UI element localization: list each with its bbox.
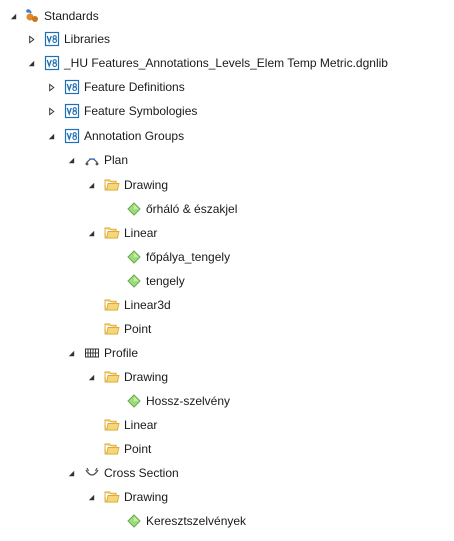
tree-node-label: Linear xyxy=(124,226,158,240)
folder-icon xyxy=(104,177,120,193)
tree-node-label: főpálya_tengely xyxy=(146,250,231,264)
tree-node-plan-linear[interactable]: Linear xyxy=(84,223,157,243)
expander-open-icon[interactable] xyxy=(84,487,98,507)
tree-node-plan-point[interactable]: Point xyxy=(104,319,151,339)
tree-node-label: Plan xyxy=(104,153,129,167)
tree-node-libraries[interactable]: Libraries xyxy=(24,29,110,49)
standards-tree: Standards Libraries _HU Features_Annotat… xyxy=(0,0,454,541)
tree-node-standards[interactable]: Standards xyxy=(6,6,99,26)
tree-node-profile-point[interactable]: Point xyxy=(104,439,151,459)
tree-node-label: Drawing xyxy=(124,370,169,384)
tree-node-profile[interactable]: Profile xyxy=(64,343,138,363)
expander-open-icon[interactable] xyxy=(24,53,38,73)
tree-node-label: Feature Definitions xyxy=(84,80,185,94)
profile-icon xyxy=(84,345,100,361)
v8-library-icon xyxy=(64,79,80,95)
tree-node-feature-definitions[interactable]: Feature Definitions xyxy=(44,77,185,97)
tree-node-label: Libraries xyxy=(64,32,111,46)
tree-node-label: Linear xyxy=(124,418,158,432)
tree-node-plan-drawing[interactable]: Drawing xyxy=(84,175,168,195)
tree-node-plan[interactable]: Plan xyxy=(64,150,128,170)
expander-open-icon[interactable] xyxy=(64,150,78,170)
plan-icon xyxy=(84,152,100,168)
annotation-diamond-icon xyxy=(126,513,142,529)
v8-library-icon xyxy=(64,103,80,119)
tree-node-dgnlib[interactable]: _HU Features_Annotations_Levels_Elem Tem… xyxy=(24,53,388,73)
expander-open-icon[interactable] xyxy=(6,6,20,26)
tree-leaf-annotation[interactable]: tengely xyxy=(126,271,185,291)
tree-node-label: Linear3d xyxy=(124,298,171,312)
expander-closed-icon[interactable] xyxy=(24,29,38,49)
tree-node-label: Point xyxy=(124,442,152,456)
tree-node-label: Standards xyxy=(44,9,99,23)
tree-node-label: _HU Features_Annotations_Levels_Elem Tem… xyxy=(64,56,388,70)
tree-node-label: Profile xyxy=(104,346,139,360)
v8-library-icon xyxy=(44,55,60,71)
folder-icon xyxy=(104,489,120,505)
folder-icon xyxy=(104,369,120,385)
folder-icon xyxy=(104,321,120,337)
tree-node-label: Keresztszelvények xyxy=(146,514,247,528)
expander-closed-icon[interactable] xyxy=(44,77,58,97)
expander-closed-icon[interactable] xyxy=(44,101,58,121)
standards-icon xyxy=(24,8,40,24)
tree-node-feature-symbologies[interactable]: Feature Symbologies xyxy=(44,101,197,121)
tree-node-label: Point xyxy=(124,322,152,336)
tree-leaf-annotation[interactable]: Hossz-szelvény xyxy=(126,391,230,411)
cross-section-icon xyxy=(84,465,100,481)
tree-node-cross-section[interactable]: Cross Section xyxy=(64,463,179,483)
annotation-diamond-icon xyxy=(126,393,142,409)
expander-open-icon[interactable] xyxy=(84,223,98,243)
tree-node-annotation-groups[interactable]: Annotation Groups xyxy=(44,126,184,146)
tree-node-label: Annotation Groups xyxy=(84,129,185,143)
tree-node-label: Feature Symbologies xyxy=(84,104,198,118)
tree-node-label: Drawing xyxy=(124,178,169,192)
folder-icon xyxy=(104,441,120,457)
tree-node-label: Cross Section xyxy=(104,466,179,480)
expander-open-icon[interactable] xyxy=(44,126,58,146)
v8-library-icon xyxy=(44,31,60,47)
folder-icon xyxy=(104,297,120,313)
annotation-diamond-icon xyxy=(126,201,142,217)
expander-open-icon[interactable] xyxy=(84,175,98,195)
folder-icon xyxy=(104,417,120,433)
expander-open-icon[interactable] xyxy=(84,367,98,387)
tree-node-profile-linear[interactable]: Linear xyxy=(104,415,157,435)
expander-open-icon[interactable] xyxy=(64,463,78,483)
tree-node-cross-section-drawing[interactable]: Drawing xyxy=(84,487,168,507)
tree-node-label: Hossz-szelvény xyxy=(146,394,231,408)
tree-node-profile-drawing[interactable]: Drawing xyxy=(84,367,168,387)
folder-icon xyxy=(104,225,120,241)
tree-node-label: őrháló & északjel xyxy=(146,202,238,216)
tree-leaf-annotation[interactable]: főpálya_tengely xyxy=(126,247,230,267)
annotation-diamond-icon xyxy=(126,273,142,289)
tree-leaf-annotation[interactable]: őrháló & északjel xyxy=(126,199,237,219)
tree-node-label: Drawing xyxy=(124,490,169,504)
tree-leaf-annotation[interactable]: Keresztszelvények xyxy=(126,511,246,531)
annotation-diamond-icon xyxy=(126,249,142,265)
expander-open-icon[interactable] xyxy=(64,343,78,363)
tree-node-plan-linear3d[interactable]: Linear3d xyxy=(104,295,171,315)
v8-library-icon xyxy=(64,128,80,144)
tree-node-label: tengely xyxy=(146,274,185,288)
